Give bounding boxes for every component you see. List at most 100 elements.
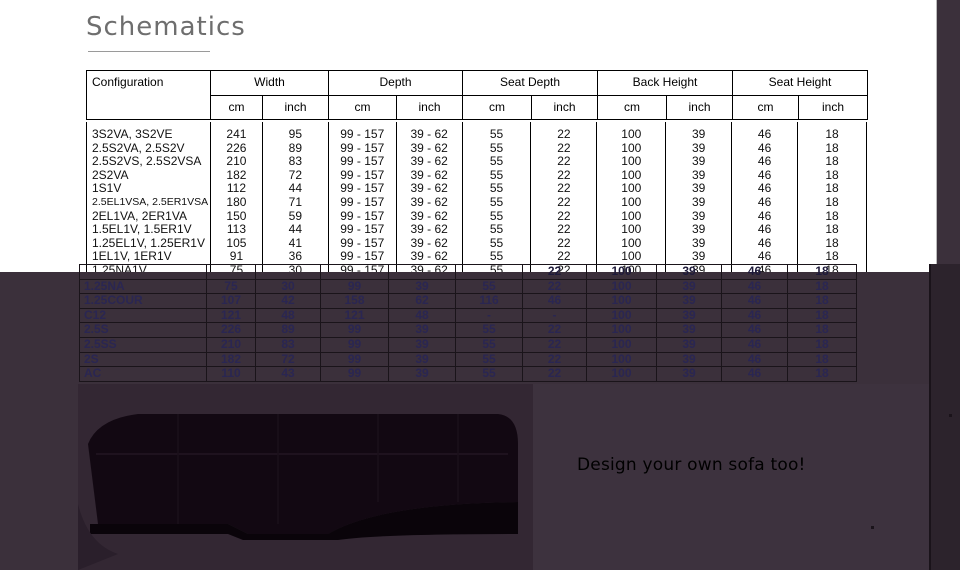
value-cell [206, 264, 256, 280]
table-row: 1.25NA 75 30 99 39 55 22 100 39 46 18 [79, 278, 857, 295]
value-cell: 39 [665, 223, 733, 237]
table-row: 1.5EL1V, 1.5ER1V 113 44 99 - 157 39 - 62 55 22… [86, 223, 867, 237]
value-cell: 18 [797, 195, 867, 210]
value-cell: 55 [455, 366, 523, 382]
value-cell: 39 [656, 351, 722, 368]
table-row: 22 100 39 46 18 [79, 264, 857, 280]
value-cell: 99 - 157 [327, 122, 397, 142]
spec-table-dark: 22 100 39 46 18 1.25NA 75 30 99 39 55 22 100 39 46 18 1.… [79, 264, 857, 382]
value-cell: 18 [787, 336, 857, 353]
table-row: 1EL1V, 1ER1V 91 36 99 - 157 39 - 62 55 22 100 39… [86, 250, 867, 264]
value-cell: 55 [461, 141, 532, 156]
value-cell: 39 [388, 278, 456, 295]
value-cell: 18 [797, 250, 867, 264]
value-cell: 100 [586, 366, 657, 382]
value-cell [255, 264, 321, 280]
table-row: 2.5S2VA, 2.5S2V 226 89 99 - 157 39 - 62 55 22 1… [86, 141, 867, 156]
value-cell: 39 [665, 250, 733, 264]
value-cell: 39 [656, 293, 722, 309]
value-cell: 46 [721, 366, 788, 382]
value-cell: 72 [261, 168, 329, 183]
value-cell: 59 [261, 209, 329, 224]
page-title: Schematics [86, 12, 246, 42]
value-cell: 99 - 157 [327, 195, 397, 210]
value-cell: 55 [455, 278, 523, 295]
value-cell: 55 [461, 155, 532, 169]
value-cell: 116 [455, 293, 523, 309]
value-cell: 39 - 62 [395, 209, 463, 224]
value-cell: 44 [261, 223, 329, 237]
spec-table-body: 3S2VA, 3S2VE 241 95 99 - 157 39 - 62 55 22 100 3… [86, 122, 867, 272]
value-cell: 46 [731, 209, 799, 224]
value-cell: 121 [320, 307, 389, 324]
value-cell: 39 [656, 366, 722, 382]
value-cell: 39 - 62 [395, 223, 463, 237]
value-cell: 100 [596, 195, 667, 210]
value-cell: 39 [665, 141, 733, 156]
value-cell: 30 [255, 278, 321, 295]
value-cell: 210 [209, 155, 263, 169]
config-cell: 2.5S [79, 322, 207, 338]
value-cell: 89 [261, 141, 329, 156]
value-cell: 241 [209, 122, 263, 142]
value-cell: 18 [787, 264, 857, 280]
value-cell: 46 [731, 195, 799, 210]
value-cell: 18 [797, 122, 867, 142]
value-cell: - [455, 307, 523, 324]
value-cell: 44 [261, 182, 329, 196]
value-cell: 18 [787, 293, 857, 309]
table-row: 2.5S2VS, 2.5S2VSA 210 83 99 - 157 39 - 62 55 2… [86, 155, 867, 169]
right-edge-strip [871, 264, 960, 570]
config-cell: 2EL1VA, 2ER1VA [86, 209, 211, 224]
value-cell: 100 [596, 141, 667, 156]
value-cell: 158 [320, 293, 389, 309]
value-cell: 55 [461, 122, 532, 142]
value-cell: 100 [596, 223, 667, 237]
table-row: 2S 182 72 99 39 55 22 100 39 46 18 [79, 351, 857, 368]
value-cell: 100 [586, 322, 657, 338]
unit-header: cm [462, 95, 532, 120]
value-cell: 39 [665, 122, 733, 142]
header-width: Width [210, 70, 329, 96]
value-cell: 99 - 157 [327, 141, 397, 156]
value-cell: 46 [721, 264, 788, 280]
table-row: 3S2VA, 3S2VE 241 95 99 - 157 39 - 62 55 22 100 3… [86, 122, 867, 142]
unit-header: cm [328, 95, 397, 120]
value-cell: 39 - 62 [395, 236, 463, 251]
value-cell: 91 [209, 250, 263, 264]
table-row: 2.5EL1VSA, 2.5ER1VSA 180 71 99 - 157 39 - 62… [86, 195, 867, 210]
value-cell [320, 264, 389, 280]
value-cell: 18 [797, 168, 867, 183]
value-cell: 22 [530, 141, 598, 156]
table-row: 1.25COUR 107 42 158 62 116 46 100 39 46 18 [79, 293, 857, 309]
value-cell: 39 [388, 336, 456, 353]
value-cell: 99 - 157 [327, 223, 397, 237]
value-cell: 55 [455, 322, 523, 338]
value-cell [455, 264, 523, 280]
value-cell: 39 [665, 155, 733, 169]
value-cell: 41 [261, 236, 329, 251]
table-row: 1.25EL1V, 1.25ER1V 105 41 99 - 157 39 - 62 55… [86, 236, 867, 251]
value-cell: 22 [530, 168, 598, 183]
value-cell: 39 - 62 [395, 250, 463, 264]
value-cell: 39 [656, 307, 722, 324]
value-cell: 46 [731, 168, 799, 183]
value-cell: 43 [255, 366, 321, 382]
value-cell: 39 - 62 [395, 155, 463, 169]
value-cell: 55 [461, 168, 532, 183]
value-cell: 39 - 62 [395, 168, 463, 183]
config-cell: 1.25EL1V, 1.25ER1V [86, 236, 211, 251]
value-cell: 46 [721, 293, 788, 309]
table-row: AC 110 43 99 39 55 22 100 39 46 18 [79, 366, 857, 382]
value-cell: 100 [596, 250, 667, 264]
value-cell: 22 [522, 278, 587, 295]
value-cell: 100 [596, 182, 667, 196]
config-cell [79, 264, 207, 280]
value-cell: 18 [797, 236, 867, 251]
value-cell: 100 [596, 168, 667, 183]
value-cell: 99 [320, 336, 389, 353]
value-cell: 22 [530, 236, 598, 251]
value-cell: 46 [721, 278, 788, 295]
value-cell: 62 [388, 293, 456, 309]
unit-header: cm [210, 95, 263, 120]
